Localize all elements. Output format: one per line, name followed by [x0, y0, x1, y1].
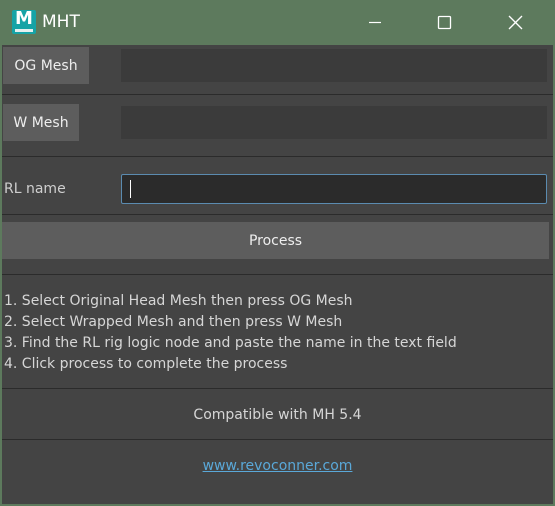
instruction-line: 4. Click process to complete the process: [4, 356, 288, 372]
divider: [2, 214, 553, 215]
close-icon: [508, 15, 523, 30]
instruction-line: 3. Find the RL rig logic node and paste …: [4, 335, 457, 351]
close-button[interactable]: [480, 0, 555, 45]
divider: [2, 94, 553, 95]
window-title: MHT: [42, 12, 80, 32]
w-mesh-button[interactable]: W Mesh: [3, 104, 79, 141]
rl-name-input[interactable]: [121, 174, 547, 204]
w-mesh-field: [121, 106, 547, 139]
text-caret: [130, 180, 131, 198]
title-bar[interactable]: M MHT: [0, 0, 555, 45]
process-button[interactable]: Process: [2, 222, 549, 259]
main-panel: OG Mesh W Mesh RL name Process 1. Select…: [2, 45, 553, 504]
window: M MHT OG Mesh W Mesh RL name Process 1. …: [0, 0, 555, 506]
instructions-list: 1. Select Original Head Mesh then press …: [4, 291, 549, 375]
divider: [2, 388, 553, 389]
minimize-button[interactable]: [340, 0, 410, 45]
divider: [2, 156, 553, 157]
divider: [2, 274, 553, 275]
website-link-row: www.revoconner.com: [2, 457, 553, 475]
minimize-icon: [369, 21, 381, 24]
maximize-icon: [437, 15, 452, 30]
app-icon-strip: [15, 29, 33, 32]
maximize-button[interactable]: [410, 0, 480, 45]
rl-name-label: RL name: [4, 181, 66, 197]
og-mesh-field: [121, 49, 547, 82]
instruction-line: 2. Select Wrapped Mesh and then press W …: [4, 314, 343, 330]
compatibility-text: Compatible with MH 5.4: [193, 407, 362, 423]
divider: [2, 439, 553, 440]
og-mesh-button[interactable]: OG Mesh: [3, 47, 89, 84]
instruction-line: 1. Select Original Head Mesh then press …: [4, 293, 353, 309]
website-link[interactable]: www.revoconner.com: [203, 458, 353, 474]
app-icon: M: [12, 10, 36, 34]
app-icon-glyph: M: [15, 10, 33, 29]
